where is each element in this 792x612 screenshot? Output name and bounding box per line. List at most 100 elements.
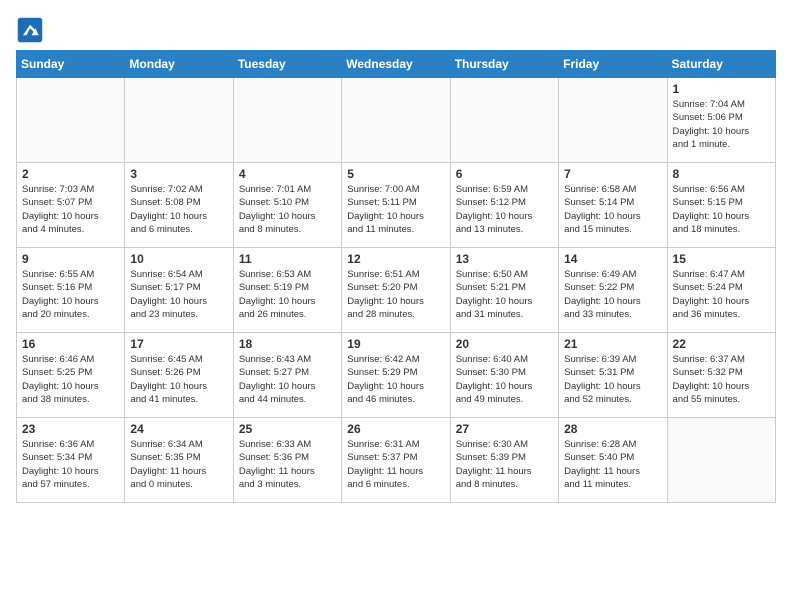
calendar-cell: 21 Sunrise: 6:39 AMSunset: 5:31 PMDayligh… [559, 333, 667, 418]
weekday-header-row: SundayMondayTuesdayWednesdayThursdayFrid… [17, 51, 776, 78]
day-info: Sunrise: 7:03 AMSunset: 5:07 PMDaylight:… [22, 183, 119, 236]
calendar-cell: 6 Sunrise: 6:59 AMSunset: 5:12 PMDaylight… [450, 163, 558, 248]
day-number: 3 [130, 167, 227, 181]
day-number: 16 [22, 337, 119, 351]
calendar-week-row: 23 Sunrise: 6:36 AMSunset: 5:34 PMDayligh… [17, 418, 776, 503]
day-number: 27 [456, 422, 553, 436]
day-number: 9 [22, 252, 119, 266]
day-info: Sunrise: 6:47 AMSunset: 5:24 PMDaylight:… [673, 268, 770, 321]
calendar-cell: 5 Sunrise: 7:00 AMSunset: 5:11 PMDaylight… [342, 163, 450, 248]
day-number: 17 [130, 337, 227, 351]
day-number: 1 [673, 82, 770, 96]
day-number: 13 [456, 252, 553, 266]
calendar-week-row: 1 Sunrise: 7:04 AMSunset: 5:06 PMDaylight… [17, 78, 776, 163]
calendar-cell: 15Sunrise: 6:47 AMSunset: 5:24 PMDayligh… [667, 248, 775, 333]
day-number: 20 [456, 337, 553, 351]
day-number: 25 [239, 422, 336, 436]
day-info: Sunrise: 6:45 AMSunset: 5:26 PMDaylight:… [130, 353, 227, 406]
day-number: 2 [22, 167, 119, 181]
day-info: Sunrise: 7:02 AMSunset: 5:08 PMDaylight:… [130, 183, 227, 236]
day-info: Sunrise: 6:54 AMSunset: 5:17 PMDaylight:… [130, 268, 227, 321]
calendar-cell [450, 78, 558, 163]
day-number: 24 [130, 422, 227, 436]
calendar-cell: 1 Sunrise: 7:04 AMSunset: 5:06 PMDaylight… [667, 78, 775, 163]
day-number: 5 [347, 167, 444, 181]
day-info: Sunrise: 6:43 AMSunset: 5:27 PMDaylight:… [239, 353, 336, 406]
calendar-week-row: 9 Sunrise: 6:55 AMSunset: 5:16 PMDaylight… [17, 248, 776, 333]
day-info: Sunrise: 6:36 AMSunset: 5:34 PMDaylight:… [22, 438, 119, 491]
calendar-cell [17, 78, 125, 163]
calendar-cell: 12 Sunrise: 6:51 AMSunset: 5:20 PMDayligh… [342, 248, 450, 333]
calendar-cell [667, 418, 775, 503]
day-info: Sunrise: 6:37 AMSunset: 5:32 PMDaylight:… [673, 353, 770, 406]
calendar-cell: 28 Sunrise: 6:28 AMSunset: 5:40 PMDayligh… [559, 418, 667, 503]
weekday-header-saturday: Saturday [667, 51, 775, 78]
day-info: Sunrise: 6:59 AMSunset: 5:12 PMDaylight:… [456, 183, 553, 236]
calendar-cell [342, 78, 450, 163]
weekday-header-sunday: Sunday [17, 51, 125, 78]
day-number: 28 [564, 422, 661, 436]
calendar-cell: 13 Sunrise: 6:50 AMSunset: 5:21 PMDayligh… [450, 248, 558, 333]
day-number: 22 [673, 337, 770, 351]
calendar-cell: 11 Sunrise: 6:53 AMSunset: 5:19 PMDayligh… [233, 248, 341, 333]
day-info: Sunrise: 6:39 AMSunset: 5:31 PMDaylight:… [564, 353, 661, 406]
day-number: 12 [347, 252, 444, 266]
header [16, 16, 776, 44]
day-number: 19 [347, 337, 444, 351]
weekday-header-thursday: Thursday [450, 51, 558, 78]
day-info: Sunrise: 7:04 AMSunset: 5:06 PMDaylight:… [673, 98, 770, 151]
day-info: Sunrise: 6:42 AMSunset: 5:29 PMDaylight:… [347, 353, 444, 406]
calendar-cell: 10Sunrise: 6:54 AMSunset: 5:17 PMDayligh… [125, 248, 233, 333]
calendar-cell: 8 Sunrise: 6:56 AMSunset: 5:15 PMDaylight… [667, 163, 775, 248]
calendar-cell: 20 Sunrise: 6:40 AMSunset: 5:30 PMDayligh… [450, 333, 558, 418]
day-info: Sunrise: 6:51 AMSunset: 5:20 PMDaylight:… [347, 268, 444, 321]
logo-icon [16, 16, 44, 44]
day-info: Sunrise: 6:53 AMSunset: 5:19 PMDaylight:… [239, 268, 336, 321]
day-info: Sunrise: 6:30 AMSunset: 5:39 PMDaylight:… [456, 438, 553, 491]
day-number: 11 [239, 252, 336, 266]
calendar-cell: 9 Sunrise: 6:55 AMSunset: 5:16 PMDaylight… [17, 248, 125, 333]
day-info: Sunrise: 6:49 AMSunset: 5:22 PMDaylight:… [564, 268, 661, 321]
day-info: Sunrise: 7:01 AMSunset: 5:10 PMDaylight:… [239, 183, 336, 236]
calendar-cell: 7Sunrise: 6:58 AMSunset: 5:14 PMDaylight… [559, 163, 667, 248]
calendar-cell: 23 Sunrise: 6:36 AMSunset: 5:34 PMDayligh… [17, 418, 125, 503]
calendar-cell: 17 Sunrise: 6:45 AMSunset: 5:26 PMDayligh… [125, 333, 233, 418]
day-number: 21 [564, 337, 661, 351]
page-container: SundayMondayTuesdayWednesdayThursdayFrid… [16, 16, 776, 503]
calendar-cell: 14 Sunrise: 6:49 AMSunset: 5:22 PMDayligh… [559, 248, 667, 333]
weekday-header-monday: Monday [125, 51, 233, 78]
day-number: 23 [22, 422, 119, 436]
weekday-header-wednesday: Wednesday [342, 51, 450, 78]
day-info: Sunrise: 7:00 AMSunset: 5:11 PMDaylight:… [347, 183, 444, 236]
day-info: Sunrise: 6:31 AMSunset: 5:37 PMDaylight:… [347, 438, 444, 491]
day-info: Sunrise: 6:33 AMSunset: 5:36 PMDaylight:… [239, 438, 336, 491]
day-number: 18 [239, 337, 336, 351]
day-info: Sunrise: 6:55 AMSunset: 5:16 PMDaylight:… [22, 268, 119, 321]
calendar-cell [233, 78, 341, 163]
calendar-cell: 26 Sunrise: 6:31 AMSunset: 5:37 PMDayligh… [342, 418, 450, 503]
weekday-header-friday: Friday [559, 51, 667, 78]
calendar-cell: 3 Sunrise: 7:02 AMSunset: 5:08 PMDaylight… [125, 163, 233, 248]
day-number: 4 [239, 167, 336, 181]
calendar-cell: 25 Sunrise: 6:33 AMSunset: 5:36 PMDayligh… [233, 418, 341, 503]
calendar-cell [125, 78, 233, 163]
calendar-table: SundayMondayTuesdayWednesdayThursdayFrid… [16, 50, 776, 503]
day-info: Sunrise: 6:40 AMSunset: 5:30 PMDaylight:… [456, 353, 553, 406]
calendar-week-row: 2 Sunrise: 7:03 AMSunset: 5:07 PMDaylight… [17, 163, 776, 248]
day-info: Sunrise: 6:50 AMSunset: 5:21 PMDaylight:… [456, 268, 553, 321]
day-number: 7 [564, 167, 661, 181]
calendar-cell [559, 78, 667, 163]
calendar-cell: 18 Sunrise: 6:43 AMSunset: 5:27 PMDayligh… [233, 333, 341, 418]
day-number: 14 [564, 252, 661, 266]
day-number: 6 [456, 167, 553, 181]
calendar-cell: 2 Sunrise: 7:03 AMSunset: 5:07 PMDaylight… [17, 163, 125, 248]
calendar-cell: 22 Sunrise: 6:37 AMSunset: 5:32 PMDayligh… [667, 333, 775, 418]
calendar-cell: 24Sunrise: 6:34 AMSunset: 5:35 PMDayligh… [125, 418, 233, 503]
day-info: Sunrise: 6:56 AMSunset: 5:15 PMDaylight:… [673, 183, 770, 236]
day-number: 26 [347, 422, 444, 436]
day-number: 8 [673, 167, 770, 181]
day-info: Sunrise: 6:28 AMSunset: 5:40 PMDaylight:… [564, 438, 661, 491]
calendar-cell: 16Sunrise: 6:46 AMSunset: 5:25 PMDayligh… [17, 333, 125, 418]
calendar-cell: 19 Sunrise: 6:42 AMSunset: 5:29 PMDayligh… [342, 333, 450, 418]
logo [16, 16, 48, 44]
